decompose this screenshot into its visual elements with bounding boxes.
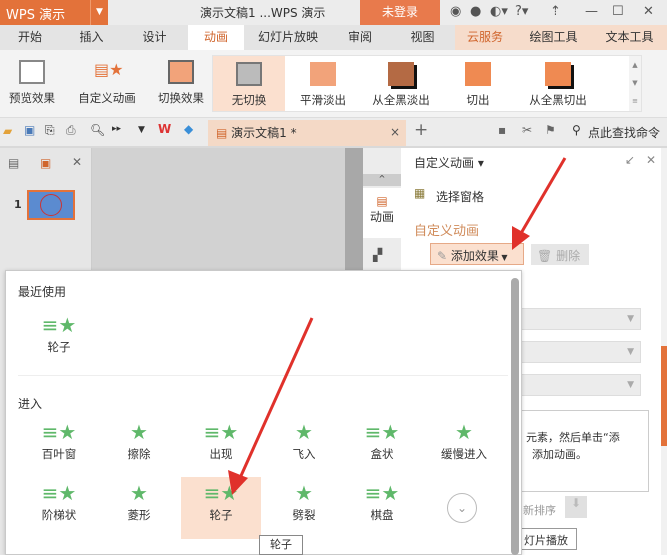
arrow-line (238, 317, 314, 479)
arrow-line (518, 157, 567, 236)
arrow-head (228, 470, 248, 495)
arrow-head (512, 226, 530, 250)
annotation-arrows (228, 157, 567, 495)
